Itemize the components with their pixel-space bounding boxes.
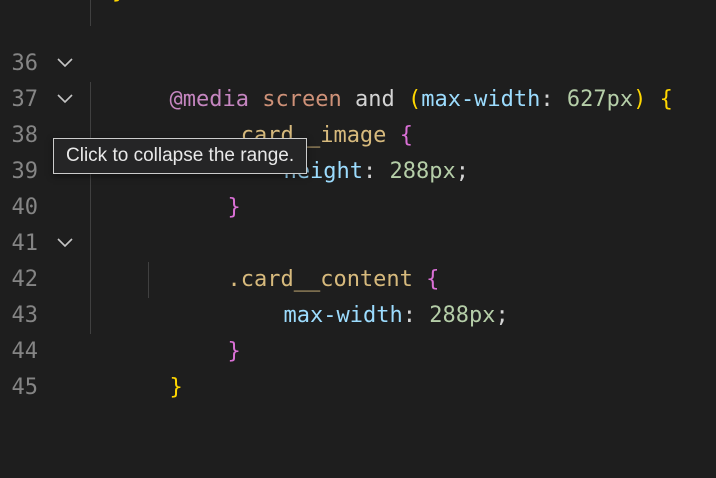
chevron-down-icon [57,58,73,68]
chevron-down-icon [57,94,73,104]
code-line-42: 42 .card__content { [0,226,716,292]
fold-toggle[interactable] [54,46,78,82]
fold-toggle[interactable] [54,82,78,118]
fold-tooltip: Click to collapse the range. [53,138,308,174]
code-line-38: 38 .card__image { [0,82,716,148]
code-line-45: 45 } [0,334,716,400]
fold-toggle[interactable] [54,226,78,262]
chevron-down-icon [57,238,73,248]
code-line-43: 43 max-width: 288px; [0,262,716,328]
code-editor[interactable]: } 36 37 @media screen and (max-width: 62… [0,0,716,400]
code-line-37: 37 @media screen and (max-width: 627px) … [0,46,716,112]
code-line-44: 44 } [0,298,716,364]
code-line-35-partial: } [0,0,716,10]
code-line-41: 41 [0,190,716,256]
code-line-36: 36 [0,10,716,76]
brace: } [169,375,183,400]
line-number: 45 [11,375,39,400]
